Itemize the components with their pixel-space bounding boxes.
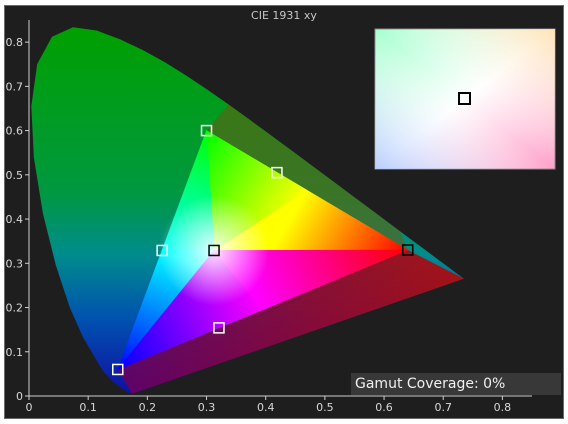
chart-frame: CIE 1931 xy 0 0.1 0.2 0.3 0.4 0.5 0.6 0.… [4,5,564,419]
white-point-inset [374,28,556,170]
y-tick-label: 0.6 [6,125,24,138]
gamut-coverage-readout: Gamut Coverage: 0% [351,373,561,395]
x-tick-label: 0.6 [375,401,393,414]
y-tick-label: 0.7 [6,80,24,93]
y-tick-label: 0 [16,390,23,403]
y-axis-ticks: 0 0.1 0.2 0.3 0.4 0.5 0.6 0.7 0.8 [6,36,29,403]
y-tick-label: 0.5 [6,169,24,182]
x-tick-label: 0.8 [494,401,512,414]
x-axis-ticks: 0 0.1 0.2 0.3 0.4 0.5 0.6 0.7 0.8 [26,396,512,414]
y-tick-label: 0.4 [6,213,24,226]
cie-chart: 0 0.1 0.2 0.3 0.4 0.5 0.6 0.7 0.8 00.10.20.30.40… [6,20,556,414]
y-tick-label: 0.3 [6,257,24,270]
coverage-label: Gamut Coverage: [355,376,479,392]
x-tick-label: 0.4 [257,401,275,414]
y-tick-label: 0.1 [6,346,24,359]
coverage-value: 0% [483,376,506,392]
x-tick-label: 0.3 [198,401,216,414]
x-tick-label: 0 [26,401,33,414]
x-tick-label: 0.2 [139,401,157,414]
x-tick-label: 0.5 [316,401,334,414]
y-tick-label: 0.2 [6,302,24,315]
x-tick-label: 0.7 [434,401,452,414]
y-tick-label: 0.8 [6,36,24,49]
x-tick-label: 0.1 [79,401,97,414]
